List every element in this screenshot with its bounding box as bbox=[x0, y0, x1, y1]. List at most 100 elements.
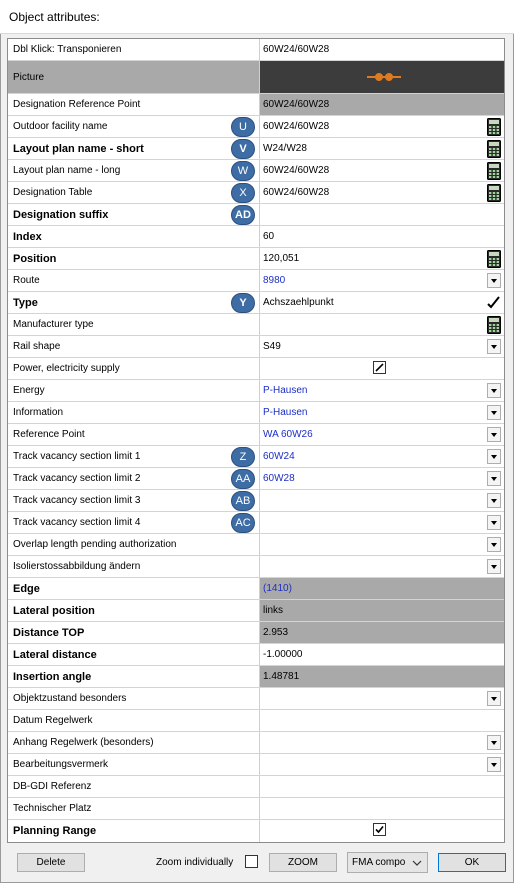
attribute-label-text: Designation Reference Point bbox=[13, 99, 141, 110]
calculator-icon[interactable] bbox=[487, 184, 501, 202]
zoom-individually-checkbox[interactable] bbox=[245, 855, 258, 868]
attribute-value-cell[interactable]: W24/W28 bbox=[260, 138, 504, 159]
attribute-row-reference-point: Reference Point WA 60W26 bbox=[8, 424, 504, 446]
attribute-value-cell[interactable]: S49 bbox=[260, 336, 504, 357]
axle-counter-symbol-icon bbox=[366, 73, 401, 81]
attribute-value-cell[interactable] bbox=[260, 798, 504, 819]
annotation-badge: AC bbox=[231, 513, 255, 533]
dropdown-arrow-icon[interactable] bbox=[487, 427, 501, 442]
attribute-value-cell: 1.48781 bbox=[260, 666, 504, 687]
attribute-label-text: Manufacturer type bbox=[13, 319, 94, 330]
dropdown-arrow-icon[interactable] bbox=[487, 339, 501, 354]
attribute-label-text: Technischer Platz bbox=[13, 803, 92, 814]
dropdown-arrow-icon[interactable] bbox=[487, 449, 501, 464]
attribute-label-text: Type bbox=[13, 296, 38, 309]
calculator-icon[interactable] bbox=[487, 118, 501, 136]
attribute-label-text: Track vacancy section limit 2 bbox=[13, 473, 141, 484]
planning-range-checkbox[interactable] bbox=[373, 823, 386, 836]
dropdown-arrow-icon[interactable] bbox=[487, 383, 501, 398]
attribute-label-text: Rail shape bbox=[13, 341, 61, 352]
attribute-value-cell[interactable] bbox=[260, 512, 504, 533]
attribute-label: Track vacancy section limit 4 AC bbox=[8, 512, 260, 533]
attribute-value-cell[interactable] bbox=[260, 820, 504, 842]
attribute-value-cell[interactable]: 120,051 bbox=[260, 248, 504, 269]
fma-component-select[interactable]: FMA compo bbox=[347, 852, 428, 873]
attribute-label: Overlap length pending authorization bbox=[8, 534, 260, 555]
attribute-value-cell[interactable]: P-Hausen bbox=[260, 402, 504, 423]
attribute-value-text: W24/W28 bbox=[263, 143, 307, 154]
attribute-value-text: 60W24/60W28 bbox=[263, 44, 330, 55]
attribute-value-cell[interactable] bbox=[260, 688, 504, 709]
attribute-label-text: Position bbox=[13, 252, 57, 265]
calculator-icon[interactable] bbox=[487, 250, 501, 268]
attribute-value-text: P-Hausen bbox=[263, 407, 308, 418]
attribute-label: Track vacancy section limit 2 AA bbox=[8, 468, 260, 489]
attribute-value-cell[interactable]: 60W28 bbox=[260, 468, 504, 489]
attribute-value-cell[interactable] bbox=[260, 732, 504, 753]
title-bar: Object attributes: bbox=[0, 0, 514, 34]
checkmark-icon bbox=[375, 825, 384, 834]
attribute-value-cell[interactable]: 8980 bbox=[260, 270, 504, 291]
attribute-value-cell[interactable]: 60W24/60W28 bbox=[260, 160, 504, 181]
calculator-icon[interactable] bbox=[487, 162, 501, 180]
attribute-label-text: Energy bbox=[13, 385, 45, 396]
attribute-value-text: (1410) bbox=[263, 583, 292, 594]
attribute-row-picture: Picture bbox=[8, 61, 504, 94]
edit-checkmark-icon[interactable] bbox=[487, 294, 501, 312]
attribute-label: Designation Table X bbox=[8, 182, 260, 203]
attribute-value-cell[interactable]: Achszaehlpunkt bbox=[260, 292, 504, 313]
attribute-value-cell[interactable] bbox=[260, 314, 504, 335]
attribute-value-cell[interactable] bbox=[260, 556, 504, 577]
attribute-value-cell[interactable] bbox=[260, 358, 504, 379]
dropdown-arrow-icon[interactable] bbox=[487, 515, 501, 530]
dropdown-arrow-icon[interactable] bbox=[487, 471, 501, 486]
attribute-value-cell[interactable] bbox=[260, 61, 504, 93]
attribute-label-text: Lateral distance bbox=[13, 648, 97, 661]
attribute-row-layout-plan-name-long: Layout plan name - long W 60W24/60W28 bbox=[8, 160, 504, 182]
zoom-button[interactable]: ZOOM bbox=[269, 853, 337, 872]
attribute-value-cell[interactable]: 60W24/60W28 bbox=[260, 182, 504, 203]
attribute-label: Distance TOP bbox=[8, 622, 260, 643]
attribute-value-cell[interactable] bbox=[260, 204, 504, 225]
attribute-value-text: 60W24/60W28 bbox=[263, 187, 330, 198]
dropdown-arrow-icon[interactable] bbox=[487, 735, 501, 750]
attribute-label-text: Index bbox=[13, 230, 42, 243]
attribute-value-cell[interactable] bbox=[260, 710, 504, 731]
attribute-label-text: Power, electricity supply bbox=[13, 363, 120, 374]
attribute-value-cell[interactable]: P-Hausen bbox=[260, 380, 504, 401]
attribute-label-text: DB-GDI Referenz bbox=[13, 781, 92, 792]
attribute-value-cell[interactable]: 60W24/60W28 bbox=[260, 39, 504, 60]
attribute-value-cell[interactable] bbox=[260, 776, 504, 797]
attribute-value-cell[interactable]: WA 60W26 bbox=[260, 424, 504, 445]
attribute-value-text: S49 bbox=[263, 341, 281, 352]
annotation-badge: AD bbox=[231, 205, 255, 225]
attribute-value-cell[interactable]: -1.00000 bbox=[260, 644, 504, 665]
attribute-label-text: Track vacancy section limit 1 bbox=[13, 451, 141, 462]
dropdown-arrow-icon[interactable] bbox=[487, 493, 501, 508]
dropdown-arrow-icon[interactable] bbox=[487, 537, 501, 552]
attribute-value-cell[interactable]: 60W24/60W28 bbox=[260, 116, 504, 137]
attribute-row-power-electricity-supply: Power, electricity supply bbox=[8, 358, 504, 380]
calculator-icon[interactable] bbox=[487, 316, 501, 334]
edit-pen-checkbox[interactable] bbox=[373, 361, 386, 374]
attribute-value-cell[interactable]: 60W24 bbox=[260, 446, 504, 467]
zoom-individually-label: Zoom individually bbox=[156, 857, 234, 868]
dropdown-arrow-icon[interactable] bbox=[487, 405, 501, 420]
attribute-value-cell[interactable] bbox=[260, 534, 504, 555]
attribute-row-layout-plan-name-short: Layout plan name - short V W24/W28 bbox=[8, 138, 504, 160]
dropdown-arrow-icon[interactable] bbox=[487, 757, 501, 772]
attribute-label-text: Overlap length pending authorization bbox=[13, 539, 177, 550]
attribute-label: Insertion angle bbox=[8, 666, 260, 687]
attribute-row-position: Position 120,051 bbox=[8, 248, 504, 270]
window-title: Object attributes: bbox=[9, 10, 100, 24]
attribute-value-cell[interactable] bbox=[260, 754, 504, 775]
attribute-value-cell[interactable] bbox=[260, 490, 504, 511]
dropdown-arrow-icon[interactable] bbox=[487, 691, 501, 706]
dropdown-arrow-icon[interactable] bbox=[487, 273, 501, 288]
attribute-label-text: Route bbox=[13, 275, 40, 286]
dropdown-arrow-icon[interactable] bbox=[487, 559, 501, 574]
calculator-icon[interactable] bbox=[487, 140, 501, 158]
delete-button[interactable]: Delete bbox=[17, 853, 85, 872]
ok-button[interactable]: OK bbox=[438, 853, 506, 872]
attribute-value-cell[interactable]: 60 bbox=[260, 226, 504, 247]
